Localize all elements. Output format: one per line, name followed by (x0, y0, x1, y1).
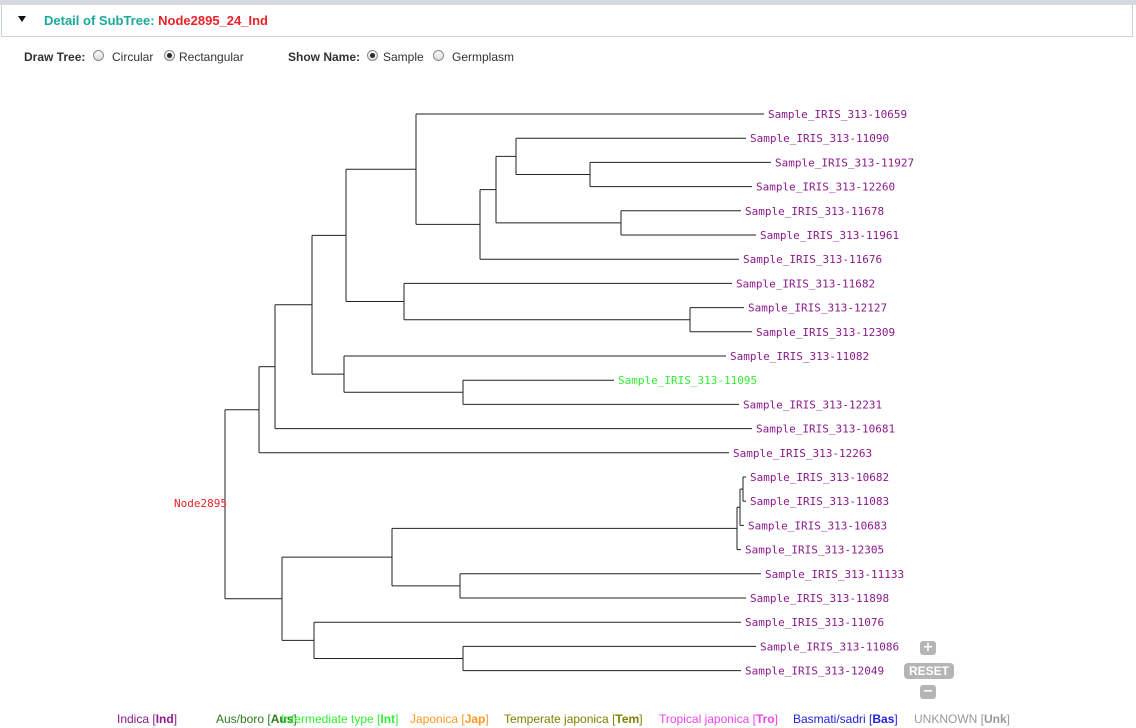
subtree-panel-header[interactable]: Detail of SubTree: Node2895_24_Ind (1, 5, 1133, 37)
leaf-label[interactable]: Sample_IRIS_313-11682 (736, 277, 875, 290)
legend-code: Jap (464, 712, 486, 726)
legend-code: Tem (615, 712, 640, 726)
panel-title: Detail of SubTree: Node2895_24_Ind (44, 13, 268, 28)
zoom-out-button[interactable]: − (920, 685, 936, 699)
legend-bracket: ] (894, 712, 898, 726)
panel-title-prefix: Detail of SubTree: (44, 13, 159, 28)
phylogenetic-tree[interactable]: Node2895 Sample_IRIS_313-10659 Sample_IRIS… (0, 80, 1136, 700)
radio-rectangular-label[interactable]: Rectangular (179, 50, 244, 64)
legend-item-bas: Basmati/sadri [Bas] (793, 712, 898, 726)
leaf-label[interactable]: Sample_IRIS_313-12049 (745, 665, 884, 678)
legend-item-tro: Tropical japonica [Tro] (659, 712, 778, 726)
leaf-label[interactable]: Sample_IRIS_313-12231 (743, 398, 882, 411)
legend-name: Intermediate type [ (281, 712, 381, 726)
leaf-label[interactable]: Sample_IRIS_313-10681 (756, 423, 895, 436)
radio-circular[interactable] (93, 50, 104, 61)
legend-code: Tro (755, 712, 775, 726)
legend-item-int: Intermediate type [Int] (281, 712, 398, 726)
show-name-label: Show Name: (288, 50, 361, 64)
leaf-label[interactable]: Sample_IRIS_313-12127 (748, 302, 887, 315)
radio-rectangular[interactable] (164, 50, 175, 61)
legend-bracket: ] (173, 712, 178, 726)
radio-sample[interactable] (367, 50, 378, 61)
leaf-label[interactable]: Sample_IRIS_313-11133 (765, 568, 904, 581)
leaf-label[interactable]: Sample_IRIS_313-11095 (618, 374, 757, 387)
legend-item-ind: Indica [Ind] (117, 712, 177, 726)
group-legend: Indica [Ind] Aus/boro [Aus] Intermediate t… (0, 712, 1136, 728)
leaf-label[interactable]: Sample_IRIS_313-10659 (768, 108, 907, 121)
legend-name: UNKNOWN [ (914, 712, 984, 726)
root-node-label[interactable]: Node2895 (174, 497, 227, 510)
legend-code: Unk (984, 712, 1007, 726)
panel-node-name: Node2895_24_Ind (158, 13, 268, 28)
leaf-label[interactable]: Sample_IRIS_313-11090 (750, 132, 889, 145)
legend-item-unk: UNKNOWN [Unk] (914, 712, 1010, 726)
leaf-label[interactable]: Sample_IRIS_313-10682 (750, 471, 889, 484)
leaf-label[interactable]: Sample_IRIS_313-11086 (760, 640, 899, 653)
legend-item-jap: Japonica [Jap] (410, 712, 489, 726)
legend-name: Basmati/sadri [ (793, 712, 873, 726)
leaf-label[interactable]: Sample_IRIS_313-11083 (750, 495, 889, 508)
leaf-label[interactable]: Sample_IRIS_313-11082 (730, 350, 869, 363)
radio-germplasm-label[interactable]: Germplasm (452, 50, 514, 64)
zoom-in-button[interactable]: + (920, 641, 936, 655)
legend-code: Ind (155, 712, 174, 726)
legend-bracket: ] (774, 712, 778, 726)
leaf-label[interactable]: Sample_IRIS_313-11678 (745, 205, 884, 218)
leaf-label[interactable]: Sample_IRIS_313-12305 (745, 544, 884, 557)
leaf-label[interactable]: Sample_IRIS_313-11076 (745, 616, 884, 629)
legend-item-tem: Temperate japonica [Tem] (504, 712, 643, 726)
radio-circular-label[interactable]: Circular (112, 50, 153, 64)
radio-sample-label[interactable]: Sample (383, 50, 424, 64)
leaf-label[interactable]: Sample_IRIS_313-11898 (750, 592, 889, 605)
legend-name: Temperate japonica [ (504, 712, 616, 726)
collapse-caret-icon[interactable] (18, 16, 26, 22)
legend-bracket: ] (485, 712, 489, 726)
draw-tree-label: Draw Tree: (24, 50, 86, 64)
reset-button[interactable]: RESET (904, 663, 954, 679)
legend-bracket: ] (395, 712, 399, 726)
legend-name: Tropical japonica [ (659, 712, 756, 726)
legend-code: Bas (872, 712, 895, 726)
legend-code: Int (380, 712, 396, 726)
radio-germplasm[interactable] (433, 50, 444, 61)
leaf-label[interactable]: Sample_IRIS_313-11961 (760, 229, 899, 242)
leaf-label[interactable]: Sample_IRIS_313-10683 (748, 519, 887, 532)
leaf-label[interactable]: Sample_IRIS_313-12263 (733, 447, 872, 460)
legend-bracket: ] (639, 712, 643, 726)
legend-name: Aus/boro [ (216, 712, 271, 726)
legend-name: Indica [ (117, 712, 156, 726)
leaf-label[interactable]: Sample_IRIS_313-11676 (743, 253, 882, 266)
legend-bracket: ] (1006, 712, 1011, 726)
leaf-label[interactable]: Sample_IRIS_313-12260 (756, 181, 895, 194)
leaf-label[interactable]: Sample_IRIS_313-11927 (775, 156, 914, 169)
legend-name: Japonica [ (410, 712, 465, 726)
leaf-label[interactable]: Sample_IRIS_313-12309 (756, 326, 895, 339)
